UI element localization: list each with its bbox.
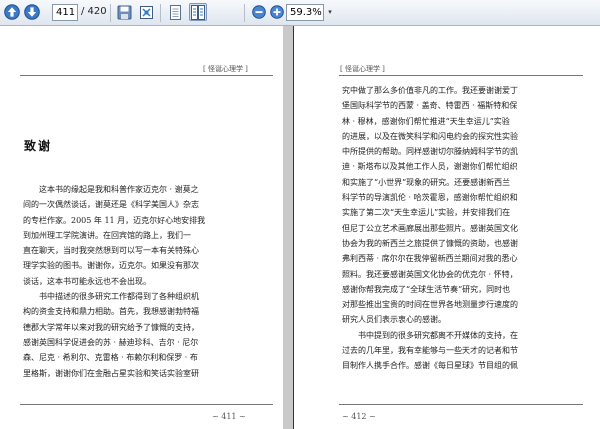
running-head: [ 怪诞心理学 ] xyxy=(203,65,248,73)
text-line: 究中做了那么多价值非凡的工作。我还要谢谢爱丁 xyxy=(342,86,518,95)
page-number: ~ 411 ~ xyxy=(212,412,246,421)
text-line: 构的资金支持和鼎力相助。首先，我想感谢勃特福 xyxy=(23,307,199,317)
header-rule xyxy=(20,75,273,76)
header-rule xyxy=(339,75,583,76)
page-412: [ 怪诞心理学 ] 究中做了那么多价值非凡的工作。我还要谢谢爱丁 堡国际科学节的… xyxy=(293,26,600,429)
text-line: 但尼丁公立艺术画廊展出那些照片。感谢英国文化 xyxy=(342,223,518,233)
text-line: 这本书的缘起是我和科普作家迈克尔 · 谢莫之 xyxy=(39,185,199,194)
text-line: 弗利西蒂 · 席尔尔在我停留新西兰期间对我的悉心 xyxy=(342,254,518,264)
chapter-title: 致谢 xyxy=(24,139,53,153)
text-line: 科学节的导演凯伦 · 哈茨霍恩，感谢你帮忙组织和 xyxy=(342,193,518,203)
page-total-label: / 420 xyxy=(81,6,107,17)
page-411: [ 怪诞心理学 ] 致谢 这本书的缘起是我和科普作家迈克尔 · 谢莫之 间的一次… xyxy=(0,26,283,429)
footer-rule xyxy=(20,404,273,405)
prev-page-button[interactable] xyxy=(3,3,21,21)
arrow-down-icon xyxy=(24,4,40,20)
running-head: [ 怪诞心理学 ] xyxy=(340,65,385,73)
footer-rule xyxy=(339,404,583,405)
toolbar: 411 / 420 59.3% ▾ xyxy=(0,0,600,26)
text-line: 中所提供的帮助。同样感谢切尔滕纳姆科学节的凯 xyxy=(342,147,518,157)
zoom-in-button[interactable] xyxy=(268,3,286,21)
fit-page-button[interactable] xyxy=(137,3,155,21)
text-line: 研究人员们表示衷心的感谢。 xyxy=(342,315,446,325)
zoom-level-input[interactable]: 59.3% xyxy=(286,4,324,21)
text-line: 感谢英国科学促进会的苏 · 赫迪珍科、吉尔 · 尼尔 xyxy=(23,337,199,347)
text-line: 的进展，以及在微笑科学和闪电约会的探究性实验 xyxy=(342,131,518,141)
text-line: 直在聊天，当时我突然想到可以写一本有关特殊心 xyxy=(23,246,199,256)
next-page-button[interactable] xyxy=(23,3,41,21)
single-page-icon xyxy=(169,4,181,20)
text-line: 的专栏作家。2005 年 11 月，迈克尔好心地安排我 xyxy=(23,215,206,225)
text-line: 迪 · 斯塔布以及其他工作人员，谢谢你们帮忙组织 xyxy=(342,162,518,172)
arrow-up-icon xyxy=(4,4,20,20)
text-line: 理学实验的图书。谢谢你，迈克尔。如果没有那次 xyxy=(23,261,199,271)
zoom-out-button[interactable] xyxy=(250,3,268,21)
toolbar-separator xyxy=(160,4,161,22)
text-line: 德郡大学常年以来对我的研究给予了慷慨的支持， xyxy=(23,322,199,332)
text-line: 感谢你帮我完成了“全球生活节奏”研究，同时也 xyxy=(342,284,511,294)
save-icon xyxy=(117,5,131,19)
text-line: 和实施了“小世界”现象的研究。还要感谢新西兰 xyxy=(342,177,511,187)
text-line: 里格斯，谢谢你们在金融占星实验和笑话实验室研 xyxy=(23,368,199,378)
two-page-view-button[interactable] xyxy=(189,3,207,21)
single-page-view-button[interactable] xyxy=(166,3,184,21)
text-line: 目制作人携手合作。感谢《每日星球》节目组的佩 xyxy=(342,361,518,371)
page-number-input[interactable]: 411 xyxy=(52,4,78,21)
text-line: 书中提到的很多研究都离不开媒体的支持，在 xyxy=(358,330,518,340)
text-line: 协会为我的新西兰之旅提供了慷慨的资助，也感谢 xyxy=(342,238,518,248)
text-line: 照料。我还要感谢英国文化协会的优克尔 · 怀特， xyxy=(342,269,518,279)
toolbar-separator xyxy=(244,4,245,22)
page-body-text: 这本书的缘起是我和科普作家迈克尔 · 谢莫之 间的一次偶然谈话，谢莫还是《科学美… xyxy=(23,182,205,381)
zoom-in-icon xyxy=(270,5,284,19)
text-line: 对那些推出宝贵的时间在世界各地测量步行速度的 xyxy=(342,300,518,310)
two-page-icon xyxy=(191,4,205,20)
page-number: ~ 412 ~ xyxy=(342,412,376,421)
text-line: 森、尼克 · 希利尔、克雷格 · 布赖尔利和保罗 · 布 xyxy=(23,353,198,363)
save-button[interactable] xyxy=(115,3,133,21)
text-line: 过去的几年里，我有幸能够与一些天才的记者和节 xyxy=(342,346,518,356)
zoom-dropdown-icon[interactable]: ▾ xyxy=(325,4,335,21)
toolbar-separator xyxy=(110,4,111,22)
text-line: 实施了第二次“天生幸运儿”实验，并安排我们在 xyxy=(342,208,511,218)
text-line: 谈话，这本书可能永远也不会出现。 xyxy=(23,276,151,286)
document-viewer[interactable]: [ 怪诞心理学 ] 致谢 这本书的缘起是我和科普作家迈克尔 · 谢莫之 间的一次… xyxy=(0,26,600,429)
text-line: 间的一次偶然谈话，谢莫还是《科学美国人》杂志 xyxy=(23,200,199,210)
text-line: 林 · 穆林，感谢你们帮忙推进“天生幸运儿”实验 xyxy=(342,116,510,126)
text-line: 书中描述的很多研究工作都得到了各种组织机 xyxy=(39,292,199,302)
page-body-text: 究中做了那么多价值非凡的工作。我还要谢谢爱丁 堡国际科学节的西蒙 · 盖奇、特雷… xyxy=(342,83,518,374)
text-line: 堡国际科学节的西蒙 · 盖奇、特雷西 · 福斯特和保 xyxy=(342,101,518,111)
fit-page-icon xyxy=(139,5,153,19)
zoom-out-icon xyxy=(252,5,266,19)
text-line: 到加州理工学院演讲。在回宾馆的路上，我们一 xyxy=(23,230,191,240)
